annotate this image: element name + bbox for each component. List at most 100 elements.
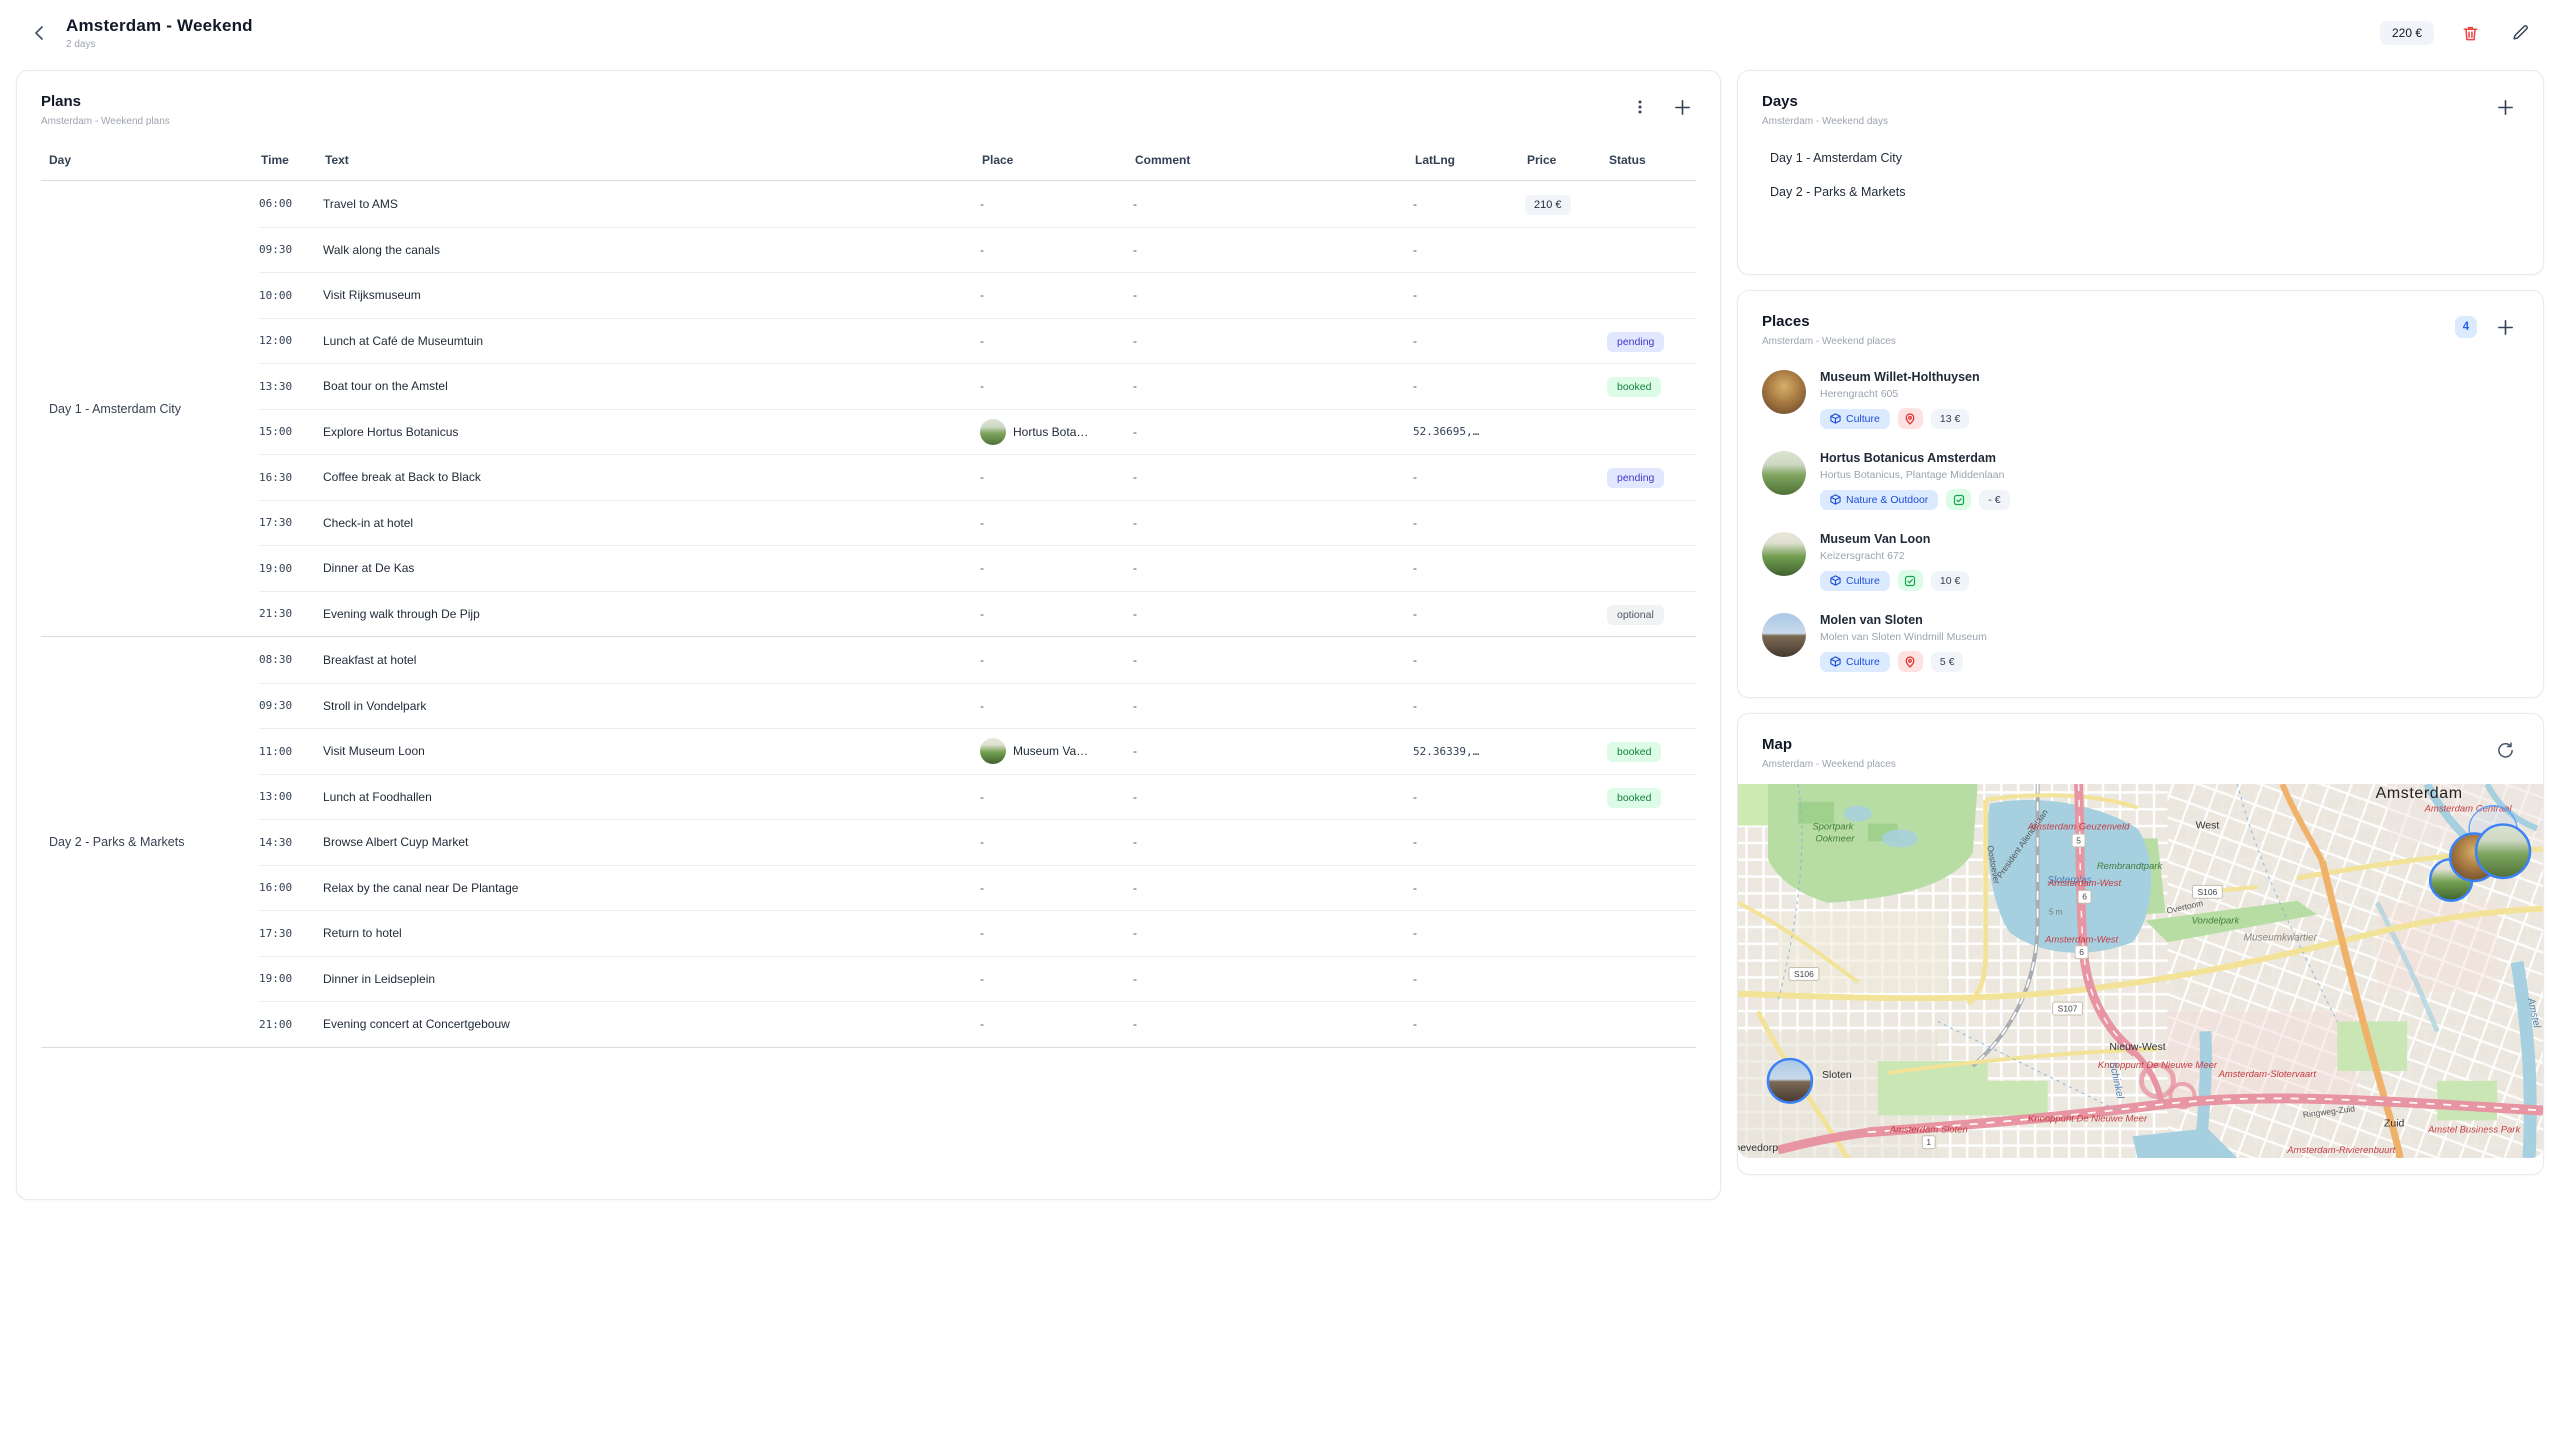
plan-row[interactable]: 15:00 Explore Hortus Botanicus Hortus Bo… xyxy=(259,409,1696,455)
plan-cell-place: - xyxy=(980,881,1133,895)
plan-cell-latlng: - xyxy=(1413,334,1525,348)
plan-row[interactable]: 21:00 Evening concert at Concertgebouw -… xyxy=(259,1001,1696,1047)
plan-row[interactable]: 06:00 Travel to AMS - - - 210 € xyxy=(259,181,1696,227)
plan-cell-place: - xyxy=(980,699,1133,713)
plan-cell-time: 15:00 xyxy=(259,425,323,438)
plan-cell-latlng: - xyxy=(1413,607,1525,621)
plan-cell-time: 19:00 xyxy=(259,972,323,985)
plan-cell-comment: - xyxy=(1133,790,1413,804)
place-item[interactable]: Museum Van Loon Keizersgracht 672 Cultur… xyxy=(1762,521,2519,602)
plan-cell-latlng: - xyxy=(1413,379,1525,393)
plan-row[interactable]: 13:30 Boat tour on the Amstel - - - book… xyxy=(259,363,1696,409)
plan-row[interactable]: 16:00 Relax by the canal near De Plantag… xyxy=(259,865,1696,911)
map-pin-icon xyxy=(1904,413,1916,425)
plan-row[interactable]: 08:30 Breakfast at hotel - - - xyxy=(259,637,1696,683)
check-square-icon xyxy=(1904,575,1916,587)
plan-cell-time: 09:30 xyxy=(259,699,323,712)
place-thumbnail xyxy=(980,738,1006,764)
plan-cell-text: Explore Hortus Botanicus xyxy=(323,425,980,439)
map-label: Rembrandtpark xyxy=(2097,861,2164,872)
plan-cell-comment: - xyxy=(1133,699,1413,713)
place-item[interactable]: Hortus Botanicus Amsterdam Hortus Botani… xyxy=(1762,440,2519,521)
map-refresh-button[interactable] xyxy=(2491,736,2519,764)
days-title: Days xyxy=(1762,93,1888,110)
place-item[interactable]: Museum Willet-Holthuysen Herengracht 605… xyxy=(1762,359,2519,440)
map-label: Amsterdam-West xyxy=(2047,878,2121,889)
back-chevron-icon xyxy=(30,23,50,43)
plan-row[interactable]: 17:30 Check-in at hotel - - - xyxy=(259,500,1696,546)
place-marker-badge xyxy=(1946,489,1971,510)
plan-cell-status: booked xyxy=(1607,377,1696,395)
place-category-badge: Nature & Outdoor xyxy=(1820,490,1938,510)
map-label: Nieuw-West xyxy=(2109,1042,2165,1053)
map-label: Amsterdam Sloten xyxy=(1889,1124,1968,1135)
plan-cell-comment: - xyxy=(1133,881,1413,895)
column-header-latlng: LatLng xyxy=(1415,153,1527,167)
plan-cell-place: - xyxy=(980,926,1133,940)
svg-text:S106: S106 xyxy=(2198,887,2218,897)
plan-cell-place: - xyxy=(980,835,1133,849)
check-square-icon xyxy=(1953,494,1965,506)
plan-cell-latlng: - xyxy=(1413,790,1525,804)
plan-cell-text: Dinner at De Kas xyxy=(323,561,980,575)
plan-row[interactable]: 13:00 Lunch at Foodhallen - - - booked xyxy=(259,774,1696,820)
map-panel: Map Amsterdam - Weekend places xyxy=(1737,713,2544,1175)
plan-cell-comment: - xyxy=(1133,835,1413,849)
plan-cell-comment: - xyxy=(1133,334,1413,348)
day-list-item[interactable]: Day 2 - Parks & Markets xyxy=(1750,175,2531,209)
plan-cell-comment: - xyxy=(1133,653,1413,667)
map-label: Sportpark xyxy=(1812,822,1854,833)
column-header-place: Place xyxy=(982,153,1135,167)
map-label: Amsterdam-Rivierenbuurt xyxy=(2286,1145,2395,1156)
plan-cell-place: - xyxy=(980,288,1133,302)
plan-group-rows: 08:30 Breakfast at hotel - - - 09:30 Str… xyxy=(259,637,1696,1047)
cube-icon xyxy=(1830,575,1841,586)
days-add-button[interactable] xyxy=(2491,93,2519,121)
place-category-label: Nature & Outdoor xyxy=(1846,494,1928,506)
plan-row[interactable]: 09:30 Stroll in Vondelpark - - - xyxy=(259,683,1696,729)
plans-subtitle: Amsterdam - Weekend plans xyxy=(41,116,170,127)
plan-cell-comment: - xyxy=(1133,926,1413,940)
plan-row[interactable]: 17:30 Return to hotel - - - xyxy=(259,910,1696,956)
plans-add-button[interactable] xyxy=(1668,93,1696,121)
plan-cell-time: 17:30 xyxy=(259,927,323,940)
plan-row[interactable]: 09:30 Walk along the canals - - - xyxy=(259,227,1696,273)
place-name: Museum Van Loon xyxy=(1820,532,1969,546)
map-road-shield: S107 xyxy=(2053,1002,2083,1015)
places-add-button[interactable] xyxy=(2491,313,2519,341)
plans-menu-button[interactable] xyxy=(1626,93,1654,121)
places-count-badge: 4 xyxy=(2455,316,2477,338)
plan-cell-time: 21:30 xyxy=(259,607,323,620)
place-name: Molen van Sloten xyxy=(1820,613,1987,627)
plus-icon xyxy=(2496,98,2515,117)
plan-cell-text: Lunch at Café de Museumtuin xyxy=(323,334,980,348)
place-category-label: Culture xyxy=(1846,575,1880,587)
plan-row[interactable]: 11:00 Visit Museum Loon Museum Va… - 52.… xyxy=(259,728,1696,774)
page-subtitle: 2 days xyxy=(66,39,253,50)
plan-row[interactable]: 16:30 Coffee break at Back to Black - - … xyxy=(259,454,1696,500)
plan-day-label: Day 2 - Parks & Markets xyxy=(41,637,259,1047)
back-button[interactable] xyxy=(26,19,54,47)
place-address: Molen van Sloten Windmill Museum xyxy=(1820,631,1987,643)
plan-cell-latlng: - xyxy=(1413,1017,1525,1031)
plan-cell-status: booked xyxy=(1607,742,1696,760)
plan-cell-place: - xyxy=(980,379,1133,393)
day-list-item[interactable]: Day 1 - Amsterdam City xyxy=(1750,141,2531,175)
map-canvas[interactable]: S106S107S1065661 SportparkOokmeerSloterp… xyxy=(1738,784,2543,1158)
plan-cell-place: Hortus Bota… xyxy=(980,419,1133,445)
delete-button[interactable] xyxy=(2456,19,2484,47)
place-category-label: Culture xyxy=(1846,656,1880,668)
plan-row[interactable]: 14:30 Browse Albert Cuyp Market - - - xyxy=(259,819,1696,865)
map-marker-hortus[interactable] xyxy=(2476,825,2530,878)
plan-row[interactable]: 19:00 Dinner at De Kas - - - xyxy=(259,545,1696,591)
plan-row[interactable]: 19:00 Dinner in Leidseplein - - - xyxy=(259,956,1696,1002)
plan-cell-text: Boat tour on the Amstel xyxy=(323,379,980,393)
place-item[interactable]: Molen van Sloten Molen van Sloten Windmi… xyxy=(1762,602,2519,683)
plan-row[interactable]: 10:00 Visit Rijksmuseum - - - xyxy=(259,272,1696,318)
plan-row[interactable]: 12:00 Lunch at Café de Museumtuin - - - … xyxy=(259,318,1696,364)
status-badge: booked xyxy=(1607,788,1661,808)
map-marker-molen[interactable] xyxy=(1768,1059,1812,1103)
plan-row[interactable]: 21:30 Evening walk through De Pijp - - -… xyxy=(259,591,1696,637)
map-label: Amsterdam xyxy=(2376,785,2463,802)
edit-button[interactable] xyxy=(2506,19,2534,47)
